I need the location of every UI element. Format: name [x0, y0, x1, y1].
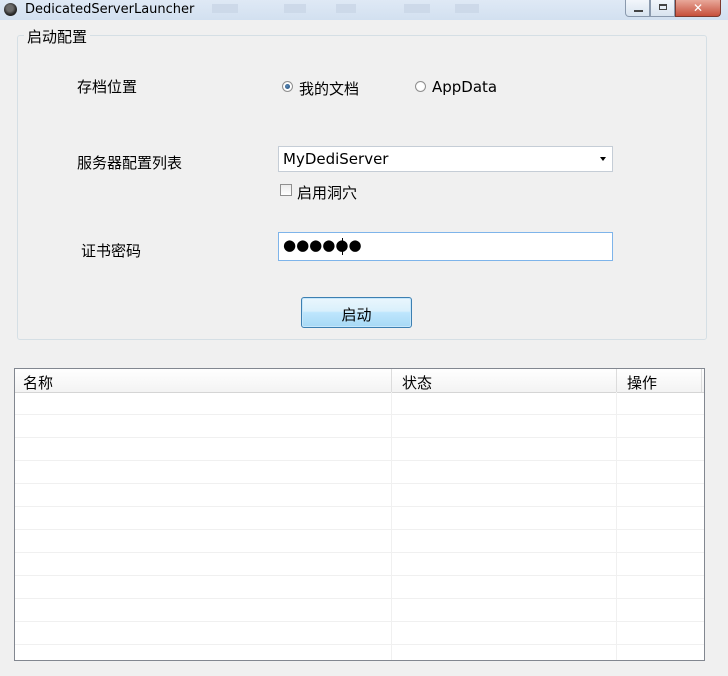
server-table[interactable]: 名称 状态 操作: [14, 368, 705, 661]
minimize-icon: [634, 10, 643, 12]
table-row[interactable]: [15, 438, 704, 461]
title-bar-blur: [404, 4, 430, 13]
launch-config-group-title: 启动配置: [24, 26, 91, 47]
radio-my-documents-label[interactable]: 我的文档: [299, 78, 359, 99]
title-bar-blur: [455, 4, 479, 13]
table-body: [15, 392, 704, 660]
password-mask: ●●●●●●: [283, 236, 362, 254]
start-button[interactable]: 启动: [301, 297, 412, 328]
column-header-actions[interactable]: 操作: [627, 372, 657, 393]
table-row[interactable]: [15, 599, 704, 622]
server-config-list-label: 服务器配置列表: [77, 154, 183, 172]
title-bar[interactable]: DedicatedServerLauncher ✕: [0, 0, 728, 20]
table-row[interactable]: [15, 415, 704, 438]
window-title: DedicatedServerLauncher: [25, 2, 195, 17]
certificate-password-input[interactable]: ●●●●●●: [278, 232, 613, 261]
table-row[interactable]: [15, 576, 704, 599]
title-bar-blur: [212, 4, 238, 13]
maximize-icon: [659, 4, 667, 10]
column-header-name[interactable]: 名称: [23, 372, 53, 393]
radio-my-documents[interactable]: [282, 81, 293, 92]
start-button-label: 启动: [341, 306, 372, 324]
table-row[interactable]: [15, 461, 704, 484]
certificate-password-label: 证书密码: [81, 242, 142, 260]
server-config-select[interactable]: MyDediServer: [278, 146, 613, 172]
column-divider[interactable]: [701, 369, 702, 392]
text-caret: [342, 238, 343, 255]
minimize-button[interactable]: [625, 0, 650, 17]
table-row[interactable]: [15, 530, 704, 553]
table-header: 名称 状态 操作: [15, 369, 704, 393]
save-location-label: 存档位置: [77, 78, 138, 96]
table-row[interactable]: [15, 553, 704, 576]
column-divider[interactable]: [391, 369, 392, 392]
table-row[interactable]: [15, 622, 704, 645]
server-config-selected-value: MyDediServer: [283, 150, 389, 168]
column-header-status[interactable]: 状态: [402, 372, 432, 393]
table-row[interactable]: [15, 645, 704, 660]
radio-appdata-label[interactable]: AppData: [432, 78, 497, 96]
app-icon: [4, 3, 17, 16]
title-bar-blur: [284, 4, 306, 13]
table-row[interactable]: [15, 484, 704, 507]
title-bar-blur: [336, 4, 356, 13]
table-row[interactable]: [15, 392, 704, 415]
enable-caves-checkbox[interactable]: [280, 184, 292, 196]
close-button[interactable]: ✕: [675, 0, 721, 17]
maximize-button[interactable]: [650, 0, 675, 17]
table-row[interactable]: [15, 507, 704, 530]
radio-appdata[interactable]: [415, 81, 426, 92]
enable-caves-label[interactable]: 启用洞穴: [297, 182, 357, 203]
column-divider[interactable]: [616, 369, 617, 392]
app-window: DedicatedServerLauncher ✕ 启动配置 存档位置 我的文档…: [0, 0, 728, 676]
close-icon: ✕: [692, 1, 704, 15]
chevron-down-icon[interactable]: [600, 157, 606, 161]
